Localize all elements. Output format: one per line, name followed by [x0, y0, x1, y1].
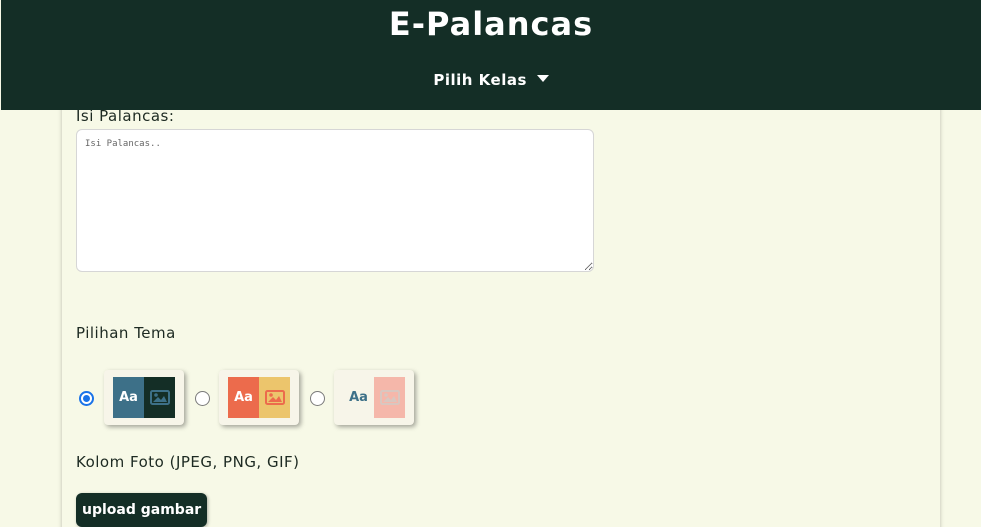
class-picker-label: Pilih Kelas	[433, 71, 527, 89]
upload-image-button[interactable]: upload gambar	[76, 493, 208, 527]
theme-1-image-swatch	[144, 377, 175, 418]
theme-1-text-swatch: Aa	[113, 377, 144, 418]
caret-down-icon	[536, 75, 549, 82]
theme-3-text-swatch: Aa	[343, 377, 374, 418]
class-picker-dropdown[interactable]: Pilih Kelas	[1, 70, 981, 90]
header-bar: E-Palancas Pilih Kelas	[1, 0, 981, 110]
theme-3-card[interactable]: Aa	[334, 370, 414, 425]
theme-3-image-swatch	[374, 377, 405, 418]
theme-2-radio[interactable]	[195, 391, 210, 406]
theme-1-card[interactable]: Aa	[104, 370, 184, 425]
theme-3-radio[interactable]	[310, 391, 325, 406]
page: E-Palancas Pilih Kelas Isi Palancas: Pil…	[0, 0, 981, 527]
theme-2-image-swatch	[259, 377, 290, 418]
kolom-foto-label: Kolom Foto (JPEG, PNG, GIF)	[76, 453, 300, 471]
image-icon	[265, 390, 285, 405]
theme-1-radio[interactable]	[79, 391, 94, 406]
theme-2-text-swatch: Aa	[228, 377, 259, 418]
image-icon	[380, 390, 400, 405]
theme-2-card[interactable]: Aa	[219, 370, 299, 425]
image-icon	[150, 390, 170, 405]
isi-palancas-textarea[interactable]	[76, 129, 594, 272]
pilihan-tema-label: Pilihan Tema	[76, 324, 176, 342]
brand-title: E-Palancas	[388, 5, 594, 43]
